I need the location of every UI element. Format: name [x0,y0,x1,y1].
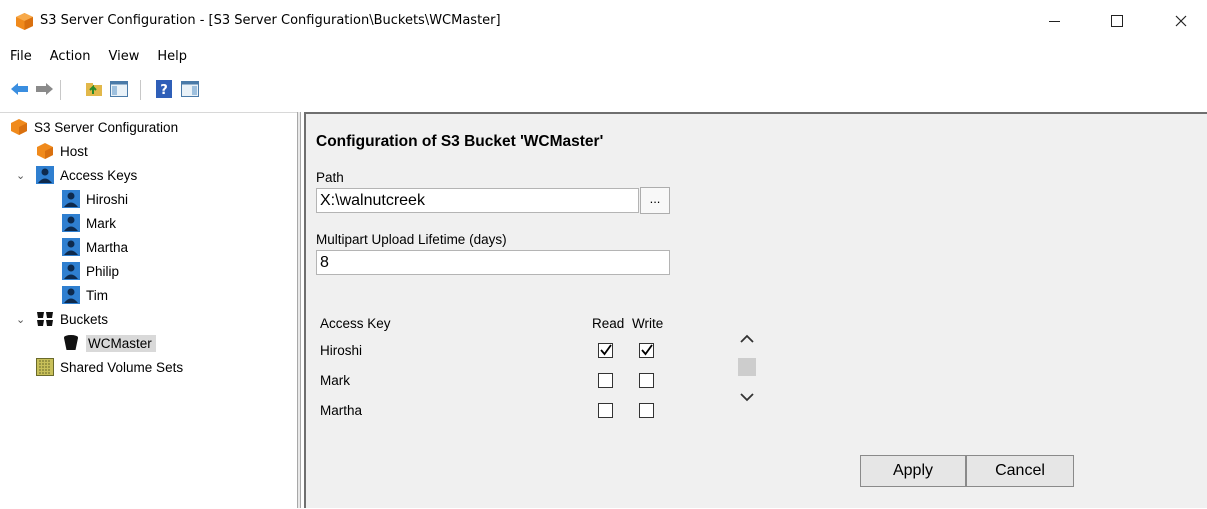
action-pane-icon [181,81,199,97]
scroll-down-icon[interactable] [738,390,756,404]
user-icon [62,190,80,208]
access-key-name: Mark [320,373,350,388]
access-key-name: Martha [320,403,363,418]
write-checkbox[interactable] [639,373,654,388]
action-pane-button[interactable] [180,79,200,99]
tree-item-key[interactable]: Tim [62,284,108,306]
tree-label: Martha [86,239,129,255]
tree-item-buckets[interactable]: Buckets [36,308,108,330]
tree-item-key[interactable]: Martha [62,236,128,258]
console-tree: S3 Server Configuration Host ⌄ Access Ke… [0,112,297,509]
tree-item-host[interactable]: Host [36,140,88,162]
scroll-up-icon[interactable] [738,332,756,346]
expand-chevron-icon[interactable]: ⌄ [16,313,25,326]
tree-label: Hiroshi [86,191,129,207]
bucket-config-panel: Configuration of S3 Bucket 'WCMaster' Pa… [304,112,1207,508]
path-label: Path [316,170,344,185]
buckets-icon [37,312,53,326]
user-icon [62,286,80,304]
close-icon [1175,15,1187,27]
menu-bar: File Action View Help [0,47,196,69]
expand-chevron-icon[interactable]: ⌄ [16,169,25,182]
show-hide-tree-button[interactable] [109,79,129,99]
menu-help[interactable]: Help [148,47,196,69]
up-button[interactable] [84,79,104,99]
col-write: Write [632,316,664,331]
forward-button[interactable] [34,79,54,99]
read-checkbox[interactable] [598,403,613,418]
tree-item-access-keys[interactable]: Access Keys [36,164,137,186]
window-title: S3 Server Configuration - [S3 Server Con… [40,13,501,28]
toolbar-separator [60,80,61,100]
vertical-scrollbar[interactable] [734,324,760,428]
minimize-button[interactable] [1031,6,1077,36]
read-checkbox[interactable] [598,373,613,388]
forward-arrow-icon [36,83,53,95]
svg-text:?: ? [160,83,168,98]
maximize-button[interactable] [1094,6,1140,36]
menu-action[interactable]: Action [41,47,100,69]
browse-button[interactable]: ... [640,187,670,214]
tree-item-root[interactable]: S3 Server Configuration [10,116,178,138]
tree-label: S3 Server Configuration [34,119,179,135]
tree-label: Access Keys [60,167,138,183]
tree-item-key[interactable]: Philip [62,260,119,282]
apply-button[interactable]: Apply [860,455,966,487]
tree-item-key[interactable]: Hiroshi [62,188,128,210]
tree-label: Host [60,143,88,159]
tree-item-shared-volume-sets[interactable]: Shared Volume Sets [36,356,183,378]
tree-label: Tim [86,287,108,303]
menu-view[interactable]: View [99,47,148,69]
user-icon [62,238,80,256]
write-checkbox[interactable] [639,403,654,418]
tree-label: WCMaster [86,334,156,352]
write-checkbox[interactable] [639,343,654,358]
tree-label: Buckets [60,311,109,327]
back-arrow-icon [11,83,28,95]
cube-icon [11,119,27,135]
access-keys-icon [36,166,54,184]
volume-sets-icon [36,358,54,376]
show-hide-tree-icon [110,81,128,97]
scroll-thumb[interactable] [738,358,756,376]
help-icon: ? [156,80,172,98]
back-button[interactable] [10,79,30,99]
tree-label: Mark [86,215,116,231]
lifetime-label: Multipart Upload Lifetime (days) [316,232,507,247]
bucket-icon [64,335,78,350]
tree-item-key[interactable]: Mark [62,212,116,234]
access-key-name: Hiroshi [320,343,363,358]
toolbar: ? [0,76,1207,104]
checkmark-icon [641,344,653,356]
tree-label: Shared Volume Sets [60,359,184,375]
app-cube-icon [16,13,33,30]
close-button[interactable] [1158,6,1204,36]
tree-label: Philip [86,263,120,279]
lifetime-input[interactable]: 8 [316,250,670,275]
up-folder-icon [86,83,102,96]
col-read: Read [592,316,625,331]
user-icon [62,214,80,232]
pane-splitter[interactable] [297,112,301,508]
cancel-button[interactable]: Cancel [966,455,1074,487]
help-button[interactable]: ? [154,79,174,99]
user-icon [62,262,80,280]
checkmark-icon [600,344,612,356]
title-bar: S3 Server Configuration - [S3 Server Con… [0,0,1207,42]
tree-item-bucket-selected[interactable]: WCMaster [62,332,156,354]
toolbar-separator [140,80,141,100]
read-checkbox[interactable] [598,343,613,358]
col-access-key: Access Key [320,316,391,331]
minimize-icon [1048,20,1060,22]
panel-heading: Configuration of S3 Bucket 'WCMaster' [316,133,604,150]
menu-file[interactable]: File [0,47,41,69]
maximize-icon [1111,15,1123,27]
cube-icon [37,143,53,159]
path-input[interactable]: X:\walnutcreek [316,188,639,213]
